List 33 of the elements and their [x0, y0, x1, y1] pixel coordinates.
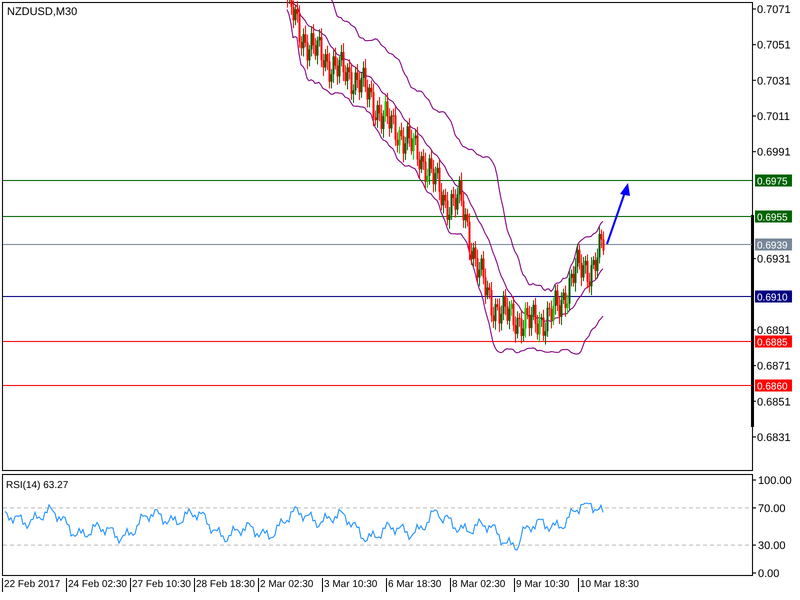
level-price-label: 0.6955 [757, 212, 788, 224]
price-tick-label: 0.7011 [757, 110, 790, 123]
price-tick-label: 0.7071 [757, 4, 791, 16]
price-tick-label: 0.7051 [757, 40, 791, 52]
time-axis-label: 10 Mar 18:30 [578, 578, 642, 592]
chart-symbol-title: NZDUSD,M30 [7, 6, 78, 18]
price-tick-label: 0.6991 [757, 146, 791, 159]
time-axis-label: 28 Feb 18:30 [194, 578, 258, 592]
price-tick-label: 0.7031 [757, 75, 791, 88]
trend-arrow [606, 183, 630, 244]
time-axis-label: 9 Mar 10:30 [514, 578, 578, 592]
time-axis-label: 8 Mar 02:30 [450, 578, 514, 592]
price-tick-label: 0.6871 [757, 360, 791, 373]
time-axis-label: 24 Feb 02:30 [66, 578, 130, 592]
level-price-label: 0.6910 [757, 292, 788, 304]
rsi-tick-label: 70.00 [758, 502, 786, 515]
time-axis-label: 6 Mar 18:30 [386, 578, 450, 592]
price-tick-label: 0.6891 [757, 324, 791, 337]
level-price-label: 0.6939 [757, 240, 788, 252]
level-price-label: 0.6860 [757, 382, 788, 392]
rsi-tick-label: 100.00 [758, 475, 792, 487]
time-axis-label: 3 Mar 10:30 [322, 578, 386, 592]
level-price-label: 0.6975 [757, 176, 788, 188]
price-tick-label: 0.6931 [757, 254, 791, 266]
price-tick-label: 0.6831 [757, 432, 791, 444]
time-axis-label: 22 Feb 2017 [2, 578, 66, 592]
level-price-label: 0.6885 [757, 338, 788, 348]
rsi-tick-label: 30.00 [758, 540, 786, 552]
rsi-title: RSI(14) 63.27 [6, 480, 68, 491]
time-axis-label: 2 Mar 02:30 [258, 578, 322, 592]
rsi-tick-label: 0.00 [758, 568, 780, 578]
time-axis-label: 27 Feb 10:30 [130, 578, 194, 592]
price-tick-label: 0.6851 [757, 396, 791, 408]
